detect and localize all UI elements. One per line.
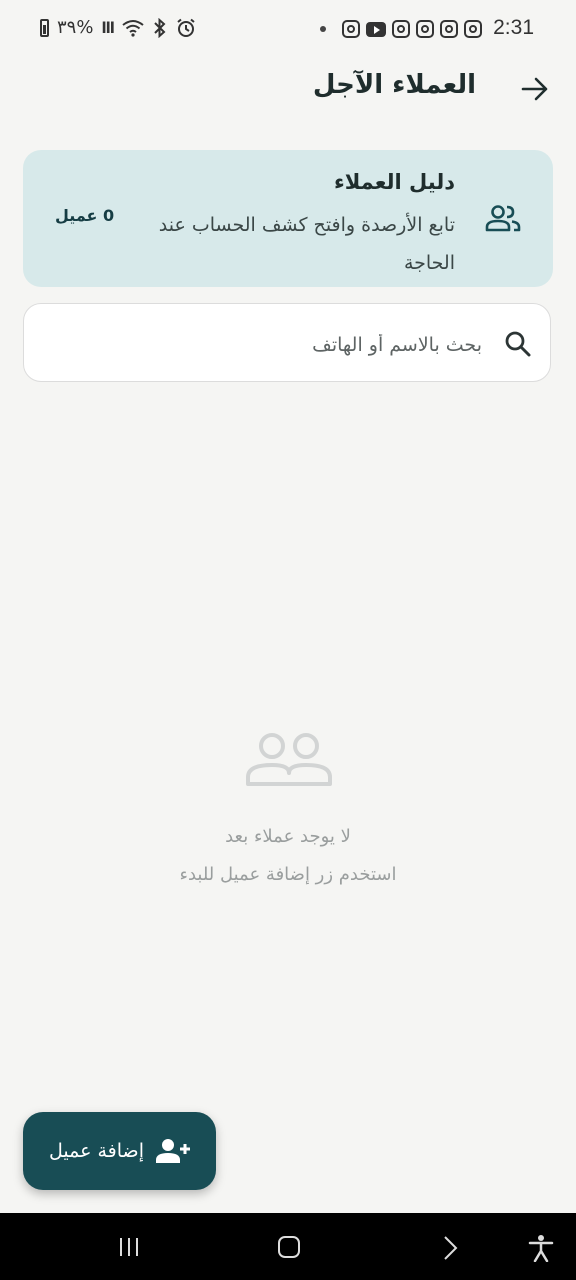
instagram-icon — [440, 20, 458, 38]
clock: 2:31 — [493, 16, 534, 39]
recents-button[interactable] — [118, 1236, 140, 1258]
battery-level: ٣٩% — [57, 17, 94, 38]
search-input[interactable] — [60, 326, 484, 364]
add-customer-label: إضافة عميل — [49, 1140, 144, 1162]
add-customer-button[interactable]: إضافة عميل — [23, 1112, 216, 1190]
arrow-back-icon — [521, 77, 548, 101]
bluetooth-icon — [154, 17, 166, 38]
search-icon — [505, 331, 531, 357]
empty-state-subtitle: استخدم زر إضافة عميل للبدء — [179, 864, 397, 885]
system-navigation-bar — [0, 1213, 576, 1280]
instagram-icon — [464, 20, 482, 38]
people-icon — [485, 205, 521, 232]
alarm-icon — [177, 18, 195, 37]
nav-back-button[interactable] — [440, 1235, 460, 1261]
card-title: دليل العملاء — [334, 170, 455, 194]
battery-icon — [40, 18, 49, 37]
customer-directory-card: دليل العملاء تابع الأرصدة وافتح كشف الحس… — [23, 150, 553, 287]
page-title: العملاء الآجل — [312, 70, 476, 100]
customer-count-badge: 0 عميل — [55, 206, 115, 225]
signal-icon: lll — [101, 18, 114, 37]
wifi-icon — [122, 19, 144, 37]
notification-icons — [320, 19, 482, 39]
notification-dot-icon — [320, 26, 326, 32]
empty-state-title: لا يوجد عملاء بعد — [225, 826, 351, 847]
card-subtitle: تابع الأرصدة وافتح كشف الحساب عند الحاجة — [158, 214, 455, 274]
status-left: ٣٩% lll — [40, 17, 196, 38]
people-outline-icon — [246, 733, 332, 786]
youtube-icon — [366, 21, 386, 37]
accessibility-icon[interactable] — [528, 1234, 554, 1262]
home-button[interactable] — [278, 1236, 300, 1258]
instagram-icon — [392, 20, 410, 38]
person-add-icon — [155, 1139, 190, 1163]
status-bar: ٣٩% lll 2:31 — [0, 0, 576, 58]
back-button[interactable] — [518, 72, 552, 106]
search-bar[interactable] — [23, 303, 551, 382]
instagram-icon — [416, 20, 434, 38]
instagram-icon — [342, 20, 360, 38]
